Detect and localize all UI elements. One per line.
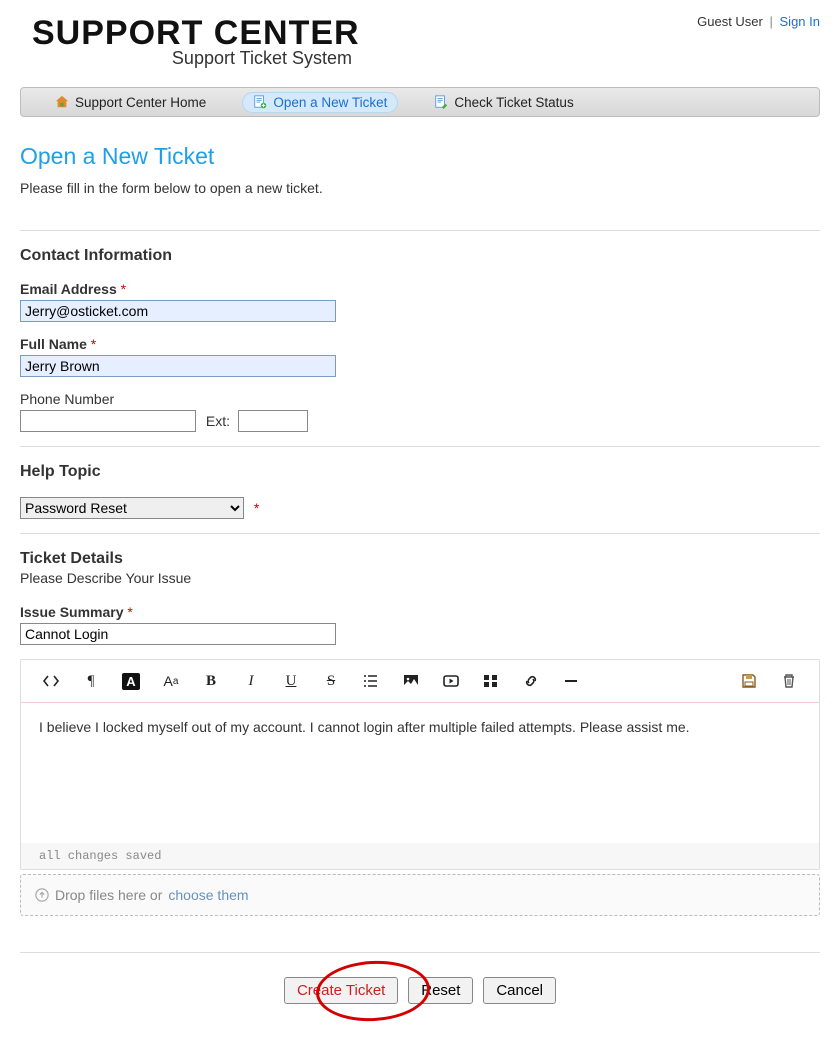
editor-toolbar: ¶ A Aa B I U S (21, 660, 819, 703)
nav-home-label: Support Center Home (75, 95, 206, 110)
phone-label: Phone Number (20, 391, 820, 407)
table-icon[interactable] (471, 668, 511, 694)
cancel-button[interactable]: Cancel (483, 977, 556, 1004)
required-marker: * (254, 500, 259, 516)
video-icon[interactable] (431, 668, 471, 694)
action-buttons: Create Ticket Reset Cancel (20, 977, 820, 1004)
strikethrough-icon[interactable]: S (311, 668, 351, 694)
file-dropzone[interactable]: Drop files here or choose them (20, 874, 820, 916)
divider (20, 446, 820, 447)
image-icon[interactable] (391, 668, 431, 694)
sign-in-link[interactable]: Sign In (780, 14, 820, 29)
email-field[interactable] (20, 300, 336, 322)
full-name-label: Full Name * (20, 336, 820, 352)
font-size-icon[interactable]: Aa (151, 668, 191, 694)
separator: | (770, 14, 773, 29)
guest-user-label: Guest User (697, 14, 763, 29)
user-menu: Guest User | Sign In (697, 14, 820, 29)
ext-label: Ext: (206, 413, 230, 429)
code-view-icon[interactable] (31, 668, 71, 694)
phone-field[interactable] (20, 410, 196, 432)
nav-home[interactable]: Support Center Home (45, 92, 216, 113)
reset-button[interactable]: Reset (408, 977, 473, 1004)
issue-summary-field[interactable] (20, 623, 336, 645)
delete-draft-icon[interactable] (769, 668, 809, 694)
divider (20, 952, 820, 953)
contact-heading: Contact Information (20, 247, 820, 265)
nav-new-ticket-label: Open a New Ticket (273, 95, 387, 110)
horizontal-rule-icon[interactable] (551, 668, 591, 694)
bold-icon[interactable]: B (191, 668, 231, 694)
nav-new-ticket[interactable]: Open a New Ticket (242, 92, 398, 113)
divider (20, 230, 820, 231)
editor-body[interactable]: I believe I locked myself out of my acco… (21, 703, 819, 843)
upload-icon (35, 888, 49, 902)
check-status-icon (434, 95, 448, 109)
paragraph-icon[interactable]: ¶ (71, 668, 111, 694)
divider (20, 533, 820, 534)
list-icon[interactable] (351, 668, 391, 694)
page-intro: Please fill in the form below to open a … (20, 180, 820, 196)
ticket-details-subtext: Please Describe Your Issue (20, 570, 820, 586)
nav-check-status-label: Check Ticket Status (454, 95, 573, 110)
ticket-details-heading: Ticket Details (20, 550, 820, 568)
link-icon[interactable] (511, 668, 551, 694)
font-color-icon[interactable]: A (111, 668, 151, 694)
home-icon (55, 95, 69, 109)
new-ticket-icon (253, 95, 267, 109)
save-draft-icon[interactable] (729, 668, 769, 694)
nav-check-status[interactable]: Check Ticket Status (424, 92, 583, 113)
help-topic-heading: Help Topic (20, 463, 820, 481)
issue-summary-label: Issue Summary * (20, 604, 820, 620)
italic-icon[interactable]: I (231, 668, 271, 694)
email-label: Email Address * (20, 281, 820, 297)
dropzone-text: Drop files here or (55, 887, 162, 903)
choose-files-link[interactable]: choose them (168, 887, 248, 903)
help-topic-select[interactable]: Password Reset (20, 497, 244, 519)
rich-text-editor: ¶ A Aa B I U S I believe I locked myself… (20, 659, 820, 870)
page-title: Open a New Ticket (20, 143, 820, 170)
create-ticket-button[interactable]: Create Ticket (284, 977, 398, 1004)
underline-icon[interactable]: U (271, 668, 311, 694)
editor-status: all changes saved (21, 843, 819, 869)
main-nav: Support Center Home Open a New Ticket Ch… (20, 87, 820, 117)
phone-ext-field[interactable] (238, 410, 308, 432)
full-name-field[interactable] (20, 355, 336, 377)
